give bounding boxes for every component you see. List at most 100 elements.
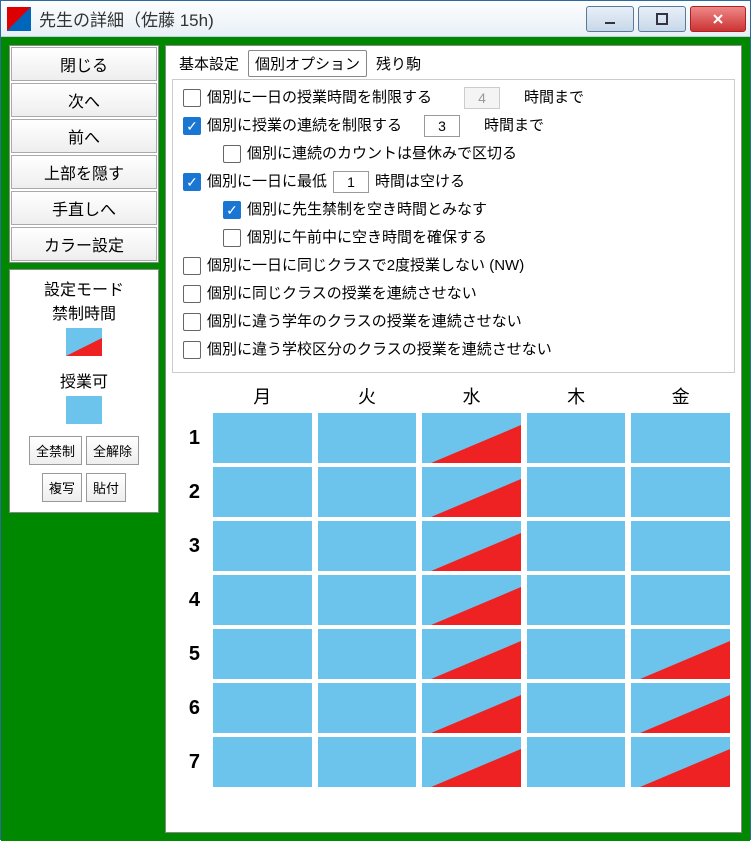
opt-no-twice-row: 個別に一日に同じクラスで2度授業しない (NW) xyxy=(183,252,724,280)
grid-cell[interactable] xyxy=(527,737,626,787)
opt-no-consec-diff-school-row: 個別に違う学校区分のクラスの授業を連続させない xyxy=(183,336,724,364)
opt-limit-hours-checkbox[interactable] xyxy=(183,89,201,107)
grid-row: 1 xyxy=(174,413,733,463)
grid-cell[interactable] xyxy=(631,575,730,625)
grid-cell[interactable] xyxy=(318,683,417,733)
to-edit-btn[interactable]: 手直しへ xyxy=(11,191,157,225)
grid-cell[interactable] xyxy=(318,467,417,517)
forbid-label: 禁制時間 xyxy=(14,300,154,324)
grid-cell[interactable] xyxy=(422,521,521,571)
opt-limit-consec-input[interactable] xyxy=(424,115,460,137)
grid-cell[interactable] xyxy=(527,521,626,571)
grid-cell[interactable] xyxy=(213,629,312,679)
grid-cell[interactable] xyxy=(422,737,521,787)
close-btn[interactable]: 閉じる xyxy=(11,47,157,81)
forbid-swatch[interactable] xyxy=(66,328,102,356)
opt-no-consec-diff-school-checkbox[interactable] xyxy=(183,341,201,359)
grid-cell[interactable] xyxy=(422,575,521,625)
copy-btn[interactable]: 複写 xyxy=(42,473,82,502)
opt-no-consec-diff-grade-row: 個別に違う学年のクラスの授業を連続させない xyxy=(183,308,724,336)
day-mon: 月 xyxy=(210,379,315,413)
grid-cell[interactable] xyxy=(631,467,730,517)
grid-cell[interactable] xyxy=(213,413,312,463)
paste-btn[interactable]: 貼付 xyxy=(86,473,126,502)
tab-basic[interactable]: 基本設定 xyxy=(172,50,246,77)
grid-cell[interactable] xyxy=(631,413,730,463)
grid-cell[interactable] xyxy=(422,629,521,679)
grid-cell[interactable] xyxy=(422,683,521,733)
grid-cell[interactable] xyxy=(318,629,417,679)
opt-min-free-input[interactable] xyxy=(333,171,369,193)
tab-strip: 基本設定 個別オプション 残り駒 xyxy=(166,46,741,77)
main-panel: 基本設定 個別オプション 残り駒 個別に一日の授業時間を制限する 時間まで 個別… xyxy=(165,45,742,833)
opt-forbid-as-free-row: 個別に先生禁制を空き時間とみなす xyxy=(183,196,724,224)
maximize-button[interactable] xyxy=(638,6,686,32)
opt-am-free-checkbox[interactable] xyxy=(223,229,241,247)
opt-limit-hours-suffix: 時間まで xyxy=(524,84,584,112)
grid-cell[interactable] xyxy=(213,737,312,787)
period-label: 1 xyxy=(174,413,210,463)
opt-consec-lunch-row: 個別に連続のカウントは昼休みで区切る xyxy=(183,140,724,168)
opt-no-consec-same-class-label: 個別に同じクラスの授業を連続させない xyxy=(207,280,477,308)
tab-remaining[interactable]: 残り駒 xyxy=(369,50,428,77)
tab-individual[interactable]: 個別オプション xyxy=(248,50,367,77)
grid-cell[interactable] xyxy=(422,413,521,463)
grid-cell[interactable] xyxy=(631,683,730,733)
grid-cell[interactable] xyxy=(213,683,312,733)
opt-forbid-as-free-checkbox[interactable] xyxy=(223,201,241,219)
opt-min-free-checkbox[interactable] xyxy=(183,173,201,191)
grid-cell[interactable] xyxy=(527,467,626,517)
mode-panel: 設定モード 禁制時間 授業可 全禁制 全解除 複写 貼付 xyxy=(9,269,159,513)
grid-cell[interactable] xyxy=(318,737,417,787)
grid-cell[interactable] xyxy=(318,521,417,571)
next-btn[interactable]: 次へ xyxy=(11,83,157,117)
opt-forbid-as-free-label: 個別に先生禁制を空き時間とみなす xyxy=(247,196,487,224)
opt-limit-consec-checkbox[interactable] xyxy=(183,117,201,135)
grid-cell[interactable] xyxy=(318,575,417,625)
grid-cell[interactable] xyxy=(631,737,730,787)
opt-no-consec-diff-grade-checkbox[interactable] xyxy=(183,313,201,331)
prev-btn[interactable]: 前へ xyxy=(11,119,157,153)
day-wed: 水 xyxy=(419,379,524,413)
dialog-body: 閉じる 次へ 前へ 上部を隠す 手直しへ カラー設定 設定モード 禁制時間 授業… xyxy=(1,37,750,841)
grid-cell[interactable] xyxy=(213,521,312,571)
minimize-button[interactable] xyxy=(586,6,634,32)
grid-cell[interactable] xyxy=(422,467,521,517)
opt-consec-lunch-checkbox[interactable] xyxy=(223,145,241,163)
period-label: 4 xyxy=(174,575,210,625)
window-controls xyxy=(586,6,750,32)
grid-cell[interactable] xyxy=(527,629,626,679)
avail-swatch[interactable] xyxy=(66,396,102,424)
grid-cell[interactable] xyxy=(527,413,626,463)
opt-limit-consec-suffix: 時間まで xyxy=(484,112,544,140)
opt-am-free-row: 個別に午前中に空き時間を確保する xyxy=(183,224,724,252)
opt-min-free-suffix: 時間は空ける xyxy=(375,168,465,196)
grid-cell[interactable] xyxy=(631,521,730,571)
grid-cell[interactable] xyxy=(527,683,626,733)
opt-limit-hours-label: 個別に一日の授業時間を制限する xyxy=(207,84,432,112)
hide-top-btn[interactable]: 上部を隠す xyxy=(11,155,157,189)
dialog-window: 先生の詳細（佐藤 15h) 閉じる 次へ 前へ 上部を隠す 手直しへ カラー設定… xyxy=(0,0,751,840)
close-button[interactable] xyxy=(690,6,746,32)
opt-limit-hours-input[interactable] xyxy=(464,87,500,109)
grid-row: 7 xyxy=(174,737,733,787)
all-clear-btn[interactable]: 全解除 xyxy=(86,436,139,465)
opt-limit-hours-row: 個別に一日の授業時間を制限する 時間まで xyxy=(183,84,724,112)
grid-row: 4 xyxy=(174,575,733,625)
grid-cell[interactable] xyxy=(318,413,417,463)
grid-cell[interactable] xyxy=(631,629,730,679)
opt-no-twice-checkbox[interactable] xyxy=(183,257,201,275)
opt-no-consec-diff-school-label: 個別に違う学校区分のクラスの授業を連続させない xyxy=(207,336,552,364)
opt-limit-consec-row: 個別に授業の連続を制限する 時間まで xyxy=(183,112,724,140)
sidebar-button-group: 閉じる 次へ 前へ 上部を隠す 手直しへ カラー設定 xyxy=(9,45,159,263)
opt-no-consec-same-class-checkbox[interactable] xyxy=(183,285,201,303)
color-settings-btn[interactable]: カラー設定 xyxy=(11,227,157,261)
grid-cell[interactable] xyxy=(213,575,312,625)
grid-corner xyxy=(174,379,210,413)
grid-cell[interactable] xyxy=(527,575,626,625)
opt-min-free-label: 個別に一日に最低 xyxy=(207,168,327,196)
grid-cell[interactable] xyxy=(213,467,312,517)
all-forbid-btn[interactable]: 全禁制 xyxy=(29,436,82,465)
day-tue: 火 xyxy=(315,379,420,413)
opt-no-twice-label: 個別に一日に同じクラスで2度授業しない (NW) xyxy=(207,252,524,280)
